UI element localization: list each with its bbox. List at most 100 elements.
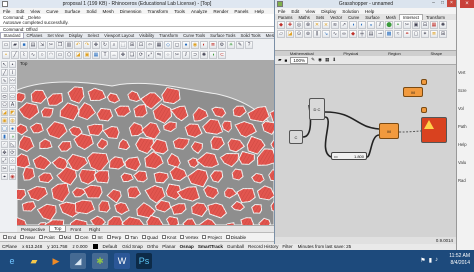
toolbar-tab-surface-tools[interactable]: Surface Tools <box>208 33 238 38</box>
close-icon[interactable]: × <box>460 0 474 8</box>
rectangle-tool-icon[interactable]: ▭ <box>9 93 16 100</box>
dimension-tool-icon[interactable]: ↔ <box>9 165 16 172</box>
properties-icon[interactable]: ⚙ <box>218 41 226 49</box>
text-tool-icon[interactable]: A <box>9 101 16 108</box>
surface-tool-icon[interactable]: ◪ <box>1 109 8 116</box>
point-in-brep-icon[interactable]: ⊚ <box>304 30 312 38</box>
ellipse-icon[interactable]: ⬭ <box>1 93 8 100</box>
status-toggle-smarttrack[interactable]: SmartTrack <box>198 244 223 249</box>
save-icon[interactable]: ■ <box>20 41 28 49</box>
grasshopper-taskbar-icon[interactable]: ✱ <box>92 253 108 269</box>
osnap-near[interactable]: Near <box>20 235 35 240</box>
paste-icon[interactable]: ▥ <box>65 41 73 49</box>
view-tab-perspective[interactable]: Perspective <box>17 227 49 232</box>
osnap-checkbox[interactable] <box>92 235 97 240</box>
osnap-mid[interactable]: Mid <box>58 235 71 240</box>
line-plane-icon[interactable]: ╪ <box>358 30 366 38</box>
boolean-icon[interactable]: ◑ <box>209 51 217 59</box>
cut-icon[interactable]: ✂ <box>47 41 55 49</box>
preview-icon[interactable]: ◉ <box>318 57 322 63</box>
preview-mesh-icon[interactable]: ▦ <box>325 57 329 63</box>
minimize-icon[interactable]: – <box>429 0 438 7</box>
box-region-icon[interactable]: ▢ <box>412 30 420 38</box>
menu-item-mesh[interactable]: Mesh <box>100 9 117 14</box>
plane-plane-icon[interactable]: ▤ <box>367 30 375 38</box>
curve-tool-icon[interactable]: ∿ <box>1 77 8 84</box>
curve-param-node[interactable]: C <box>289 130 303 144</box>
polyline-tool-icon[interactable]: ⌇ <box>9 69 16 76</box>
split-brep-icon[interactable]: ⫼ <box>313 30 321 38</box>
box-icon[interactable]: ▢ <box>1 125 8 132</box>
join-icon[interactable]: ⊃ <box>191 51 199 59</box>
offset-component-node[interactable]: D C <box>309 98 325 120</box>
surface-line-icon[interactable]: ↘ <box>322 30 330 38</box>
surface-split-icon[interactable]: ⊟ <box>421 21 429 29</box>
solid-box-icon[interactable]: ▣ <box>83 51 91 59</box>
menu-item-solid[interactable]: Solid <box>83 9 99 14</box>
ghosted-icon[interactable]: ◐ <box>200 41 208 49</box>
toolbar-tab-set-view[interactable]: Set View <box>45 33 66 38</box>
osnap-end[interactable]: End <box>3 235 16 240</box>
gh-tab-curve[interactable]: Curve <box>345 15 362 20</box>
extrude-icon[interactable]: ▣ <box>1 117 8 124</box>
toolbar-tab-visibility[interactable]: Visibility <box>137 33 157 38</box>
polygon-tool-icon[interactable]: ⬠ <box>1 101 8 108</box>
toolbar-tab-select[interactable]: Select <box>85 33 102 38</box>
solid-difference-icon[interactable]: ◓ <box>394 21 402 29</box>
sphere-icon[interactable]: ● <box>9 125 16 132</box>
area-icon[interactable]: ◆ <box>277 21 285 29</box>
mirror-icon[interactable]: ⇋ <box>155 51 163 59</box>
analyze-icon[interactable]: ⌖ <box>1 173 8 180</box>
toolbar-tab-cplanes[interactable]: CPlanes <box>24 33 45 38</box>
arc-icon[interactable]: ◠ <box>47 51 55 59</box>
region-difference-icon[interactable]: ◐ <box>358 21 366 29</box>
menu-item-panels[interactable]: Panels <box>231 9 251 14</box>
mesh-icon[interactable]: ▦ <box>92 51 100 59</box>
freeform-icon[interactable]: 〰 <box>9 77 16 84</box>
flag-icon[interactable]: ⚑ <box>420 257 425 264</box>
viewport-label[interactable]: Top <box>20 61 27 66</box>
menu-item-curve[interactable]: Curve <box>43 9 61 14</box>
open-canvas-icon[interactable]: ▰ <box>278 57 282 63</box>
status-toggle-grid-snap[interactable]: Grid Snap <box>122 244 143 249</box>
region-intersection-icon[interactable]: ◒ <box>367 21 375 29</box>
zoom-window-icon[interactable]: ⬚ <box>119 41 127 49</box>
cylinder-icon[interactable]: ▮ <box>1 133 8 140</box>
sphere-sphere-icon[interactable]: ⚭ <box>403 30 411 38</box>
contour-ex-icon[interactable]: ≣ <box>430 30 438 38</box>
undo-icon[interactable]: ↶ <box>74 41 82 49</box>
revolve-icon[interactable]: ◍ <box>9 117 16 124</box>
small-orange-node[interactable] <box>421 79 427 85</box>
import-icon[interactable]: ⇲ <box>38 41 46 49</box>
new-file-icon[interactable]: ▭ <box>2 41 10 49</box>
gh-tab-params[interactable]: Params <box>275 15 295 20</box>
network-icon[interactable]: ▮ <box>429 257 432 264</box>
status-toggle-ortho[interactable]: Ortho <box>147 244 159 249</box>
osnap-checkbox[interactable] <box>180 235 185 240</box>
array-tool-icon[interactable]: ⁘ <box>9 157 16 164</box>
fillet-icon[interactable]: ◜ <box>1 141 8 148</box>
osnap-checkbox[interactable] <box>202 235 207 240</box>
status-toggle-filter[interactable]: Filter <box>282 244 292 249</box>
osnap-checkbox[interactable] <box>20 235 25 240</box>
render-tool-icon[interactable]: ◉ <box>9 173 16 180</box>
save-canvas-icon[interactable]: ■ <box>285 58 288 63</box>
osnap-int[interactable]: Int <box>92 235 103 240</box>
arc-tool-icon[interactable]: ◠ <box>9 85 16 92</box>
file-explorer-icon[interactable]: ▰ <box>26 253 42 269</box>
gh-tab-sets[interactable]: Sets <box>313 15 327 20</box>
menu-item-edit[interactable]: Edit <box>13 9 27 14</box>
status-toggle-osnap[interactable]: Osnap <box>180 244 194 249</box>
curve-line-icon[interactable]: ⨯ <box>322 21 330 29</box>
polyline-icon[interactable]: ⌇ <box>20 51 28 59</box>
current-layer[interactable]: Default <box>103 244 118 249</box>
clash-icon[interactable]: ⊗ <box>304 21 312 29</box>
voronoi-pattern-geometry[interactable] <box>17 60 274 225</box>
copy-icon[interactable]: ❐ <box>56 41 64 49</box>
close-icon[interactable]: × <box>447 0 456 7</box>
osnap-cen[interactable]: Cen <box>75 235 88 240</box>
menu-item-surface[interactable]: Surface <box>61 9 83 14</box>
chamfer-icon[interactable]: ◺ <box>9 141 16 148</box>
mesh-curve-icon[interactable]: ∿ <box>331 30 339 38</box>
toolbar-tab-transform[interactable]: Transform <box>157 33 181 38</box>
